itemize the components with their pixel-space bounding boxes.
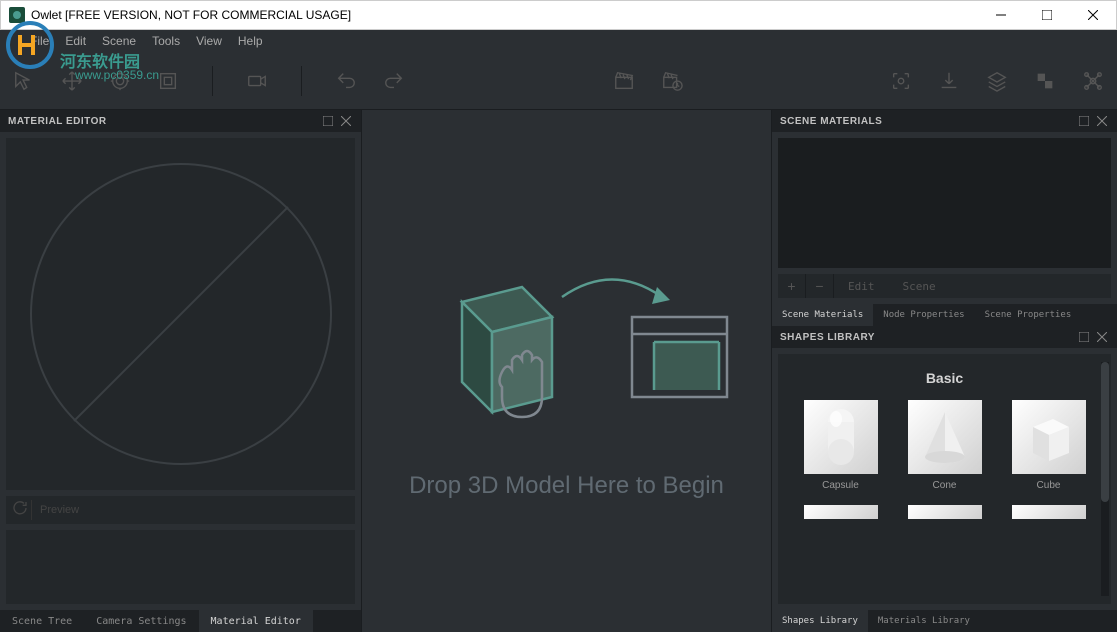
panel-title: SHAPES LIBRARY (780, 332, 875, 343)
shape-cone[interactable]: Cone (908, 400, 982, 491)
menu-view[interactable]: View (196, 34, 222, 48)
menu-tools[interactable]: Tools (152, 34, 180, 48)
scrollbar[interactable] (1101, 362, 1109, 596)
menu-edit[interactable]: Edit (65, 34, 86, 48)
cube-thumb (1012, 400, 1086, 474)
maximize-button[interactable] (1024, 1, 1070, 29)
add-material-button[interactable]: + (778, 274, 806, 298)
minimize-button[interactable] (978, 1, 1024, 29)
tab-material-editor[interactable]: Material Editor (199, 610, 313, 632)
frame-icon[interactable] (889, 69, 913, 93)
panel-title: MATERIAL EDITOR (8, 116, 107, 127)
download-icon[interactable] (937, 69, 961, 93)
drop-illustration-icon (402, 242, 732, 442)
redo-icon[interactable] (382, 69, 406, 93)
tab-scene-tree[interactable]: Scene Tree (0, 610, 84, 632)
toolbar (0, 52, 1117, 110)
left-panel-tabs: Scene Tree Camera Settings Material Edit… (0, 610, 361, 632)
menu-scene[interactable]: Scene (102, 34, 136, 48)
scene-materials-tabs: Scene Materials Node Properties Scene Pr… (772, 304, 1117, 326)
tab-scene-materials[interactable]: Scene Materials (772, 304, 873, 326)
panel-maximize-icon[interactable] (321, 114, 335, 128)
clapboard-icon[interactable] (612, 69, 636, 93)
tab-node-properties[interactable]: Node Properties (873, 304, 974, 326)
viewport[interactable]: Drop 3D Model Here to Begin (362, 110, 771, 632)
layers-icon[interactable] (985, 69, 1009, 93)
panel-maximize-icon[interactable] (1077, 330, 1091, 344)
tab-scene-properties[interactable]: Scene Properties (975, 304, 1082, 326)
panel-title: SCENE MATERIALS (780, 116, 882, 127)
camera-tool-icon[interactable] (245, 69, 269, 93)
tab-materials-library[interactable]: Materials Library (868, 610, 980, 632)
material-properties (6, 530, 355, 604)
shape-label: Cube (1037, 480, 1061, 491)
shape-capsule[interactable]: Capsule (804, 400, 878, 491)
shape-partial[interactable] (908, 505, 982, 519)
refresh-icon[interactable] (12, 500, 32, 520)
shapes-library-body: Basic Capsule Cone (778, 354, 1111, 604)
scrollbar-thumb[interactable] (1101, 362, 1109, 502)
window-title: Owlet [FREE VERSION, NOT FOR COMMERCIAL … (31, 8, 978, 22)
move-tool-icon[interactable] (60, 69, 84, 93)
shape-partial[interactable] (804, 505, 878, 519)
scene-material-button[interactable]: Scene (889, 280, 950, 293)
shape-cube[interactable]: Cube (1012, 400, 1086, 491)
material-editor-header: MATERIAL EDITOR (0, 110, 361, 132)
right-panel: SCENE MATERIALS + − Edit Scene Scene Mat… (771, 110, 1117, 632)
undo-icon[interactable] (334, 69, 358, 93)
clapboard-time-icon[interactable] (660, 69, 684, 93)
panel-close-icon[interactable] (1095, 330, 1109, 344)
menu-file[interactable]: File (30, 34, 49, 48)
capsule-thumb (804, 400, 878, 474)
scale-tool-icon[interactable] (156, 69, 180, 93)
panel-close-icon[interactable] (339, 114, 353, 128)
checker-icon[interactable] (1033, 69, 1057, 93)
left-panel: MATERIAL EDITOR Preview Scene Tree Camer… (0, 110, 362, 632)
network-icon[interactable] (1081, 69, 1105, 93)
shape-label: Capsule (822, 480, 859, 491)
select-tool-icon[interactable] (12, 69, 36, 93)
menubar: File Edit Scene Tools View Help (0, 30, 1117, 52)
tab-camera-settings[interactable]: Camera Settings (84, 610, 198, 632)
close-button[interactable] (1070, 1, 1116, 29)
edit-material-button[interactable]: Edit (834, 280, 889, 293)
panel-maximize-icon[interactable] (1077, 114, 1091, 128)
scene-materials-toolbar: + − Edit Scene (778, 274, 1111, 298)
toolbar-separator (301, 66, 302, 96)
cone-thumb (908, 400, 982, 474)
panel-close-icon[interactable] (1095, 114, 1109, 128)
preview-bar: Preview (6, 496, 355, 524)
preview-label: Preview (40, 504, 79, 516)
scene-materials-header: SCENE MATERIALS (772, 110, 1117, 132)
titlebar: Owlet [FREE VERSION, NOT FOR COMMERCIAL … (0, 0, 1117, 30)
material-preview (6, 138, 355, 490)
shape-partial[interactable] (1012, 505, 1086, 519)
scene-materials-list (778, 138, 1111, 268)
no-material-icon (26, 159, 336, 469)
remove-material-button[interactable]: − (806, 274, 834, 298)
toolbar-separator (212, 66, 213, 96)
menu-help[interactable]: Help (238, 34, 263, 48)
shape-label: Cone (933, 480, 957, 491)
drop-text: Drop 3D Model Here to Begin (409, 472, 724, 500)
shapes-library-header: SHAPES LIBRARY (772, 326, 1117, 348)
tab-shapes-library[interactable]: Shapes Library (772, 610, 868, 632)
rotate-tool-icon[interactable] (108, 69, 132, 93)
shapes-library-tabs: Shapes Library Materials Library (772, 610, 1117, 632)
shapes-category: Basic (786, 370, 1103, 386)
app-icon (9, 7, 25, 23)
